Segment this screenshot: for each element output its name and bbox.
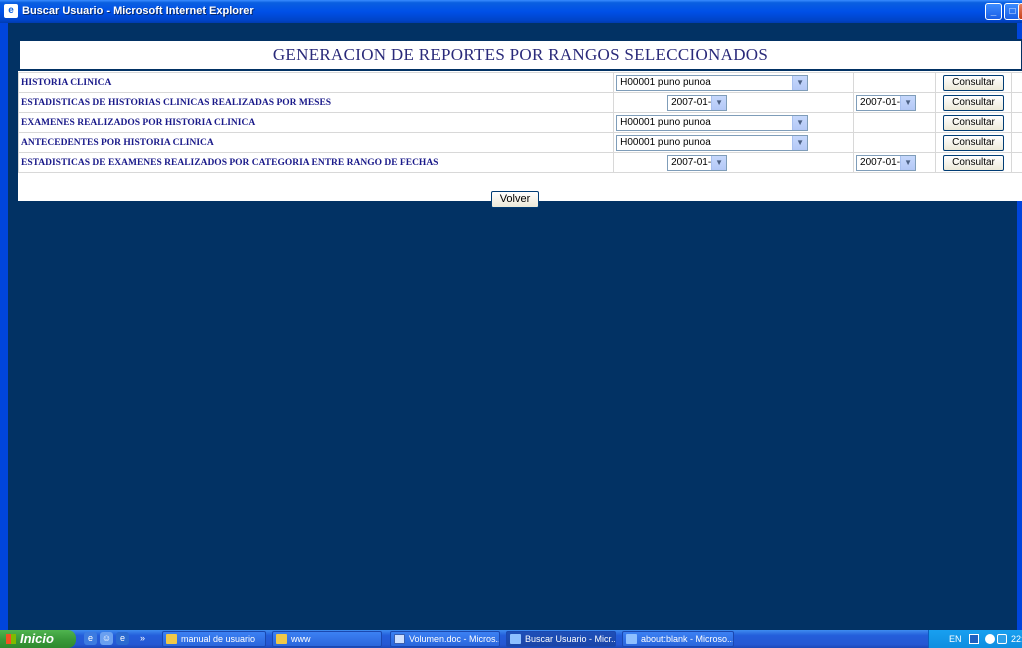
table-cell: Consultar xyxy=(935,72,1012,93)
examenes-select[interactable]: H00001 puno punoa ▼ xyxy=(616,114,809,131)
volver-button[interactable]: Volver xyxy=(491,191,539,208)
table-cell xyxy=(1010,132,1022,153)
system-tray: EN 22: xyxy=(928,630,1022,648)
taskbar-item[interactable]: www xyxy=(272,631,382,647)
table-cell xyxy=(853,72,937,93)
chevron-down-icon[interactable]: ▼ xyxy=(792,135,808,150)
ie-quicklaunch-icon[interactable]: e xyxy=(84,632,97,645)
table-cell: Consultar xyxy=(935,152,1012,173)
chevron-down-icon[interactable]: ▼ xyxy=(900,95,916,110)
minimize-button[interactable]: _ xyxy=(985,3,1002,20)
date-to-select[interactable]: 2007-01-15 ▼ xyxy=(856,94,917,111)
ie-icon: e xyxy=(4,4,18,18)
date-from-select[interactable]: 2007-01-16 ▼ xyxy=(667,154,728,171)
select-value: H00001 puno punoa xyxy=(620,76,711,88)
report-panel: GENERACION DE REPORTES POR RANGOS SELECC… xyxy=(17,39,1022,201)
taskbar: Inicio e ☺ e » manual de usuario www Vol… xyxy=(0,630,1022,648)
start-button[interactable]: Inicio xyxy=(0,630,76,648)
table-cell: 2007-01-15 ▼ xyxy=(853,92,937,113)
table-cell: H00001 puno punoa ▼ xyxy=(613,72,855,93)
browser-window: e Buscar Usuario - Microsoft Internet Ex… xyxy=(0,0,1022,630)
table-cell: 2007-01-16 ▼ xyxy=(853,152,937,173)
table-row: ANTECEDENTES POR HISTORIA CLINICA H00001… xyxy=(17,132,1022,153)
page-title: GENERACION DE REPORTES POR RANGOS SELECC… xyxy=(272,45,769,64)
language-indicator[interactable]: EN xyxy=(949,630,962,648)
tray-app-icon[interactable] xyxy=(997,634,1007,644)
taskbar-item[interactable]: Volumen.doc - Micros... xyxy=(390,631,500,647)
row-label: EXAMENES REALIZADOS POR HISTORIA CLINICA xyxy=(17,112,615,133)
consultar-button[interactable]: Consultar xyxy=(943,94,1004,111)
table-cell xyxy=(853,112,937,133)
select-value: H00001 puno punoa xyxy=(620,136,711,148)
table-cell: Consultar xyxy=(935,112,1012,133)
task-label: www xyxy=(291,634,311,644)
page-content: GENERACION DE REPORTES POR RANGOS SELECC… xyxy=(8,23,1022,630)
task-label: manual de usuario xyxy=(181,634,256,644)
consultar-button[interactable]: Consultar xyxy=(943,74,1004,91)
reports-table: HISTORIA CLINICA H00001 puno punoa ▼ Con… xyxy=(17,72,1022,173)
word-icon xyxy=(394,634,405,644)
consultar-button[interactable]: Consultar xyxy=(943,114,1004,131)
table-cell: Consultar xyxy=(935,92,1012,113)
table-cell: 2007-01-16 ▼ xyxy=(613,152,855,173)
task-label: about:blank - Microso... xyxy=(641,634,734,644)
close-button[interactable] xyxy=(1018,3,1022,20)
antecedentes-select[interactable]: H00001 puno punoa ▼ xyxy=(616,134,809,151)
title-bar[interactable]: e Buscar Usuario - Microsoft Internet Ex… xyxy=(0,0,1022,23)
ie-alt-quicklaunch-icon[interactable]: e xyxy=(116,632,129,645)
ie-icon xyxy=(626,634,637,644)
windows-logo-icon xyxy=(6,634,16,644)
table-row: EXAMENES REALIZADOS POR HISTORIA CLINICA… xyxy=(17,112,1022,133)
messenger-quicklaunch-icon[interactable]: ☺ xyxy=(100,632,113,645)
table-cell: H00001 puno punoa ▼ xyxy=(613,132,855,153)
window-border-left xyxy=(0,23,8,630)
consultar-button[interactable]: Consultar xyxy=(943,134,1004,151)
table-cell: 2007-01-15 ▼ xyxy=(613,92,855,113)
folder-icon xyxy=(166,634,177,644)
table-row: HISTORIA CLINICA H00001 puno punoa ▼ Con… xyxy=(17,72,1022,93)
chevron-down-icon[interactable]: ▼ xyxy=(792,75,808,90)
chevron-right-icon[interactable]: » xyxy=(136,632,149,645)
table-cell: H00001 puno punoa ▼ xyxy=(613,112,855,133)
taskbar-item[interactable]: about:blank - Microso... xyxy=(622,631,734,647)
row-label: ESTADISTICAS DE EXAMENES REALIZADOS POR … xyxy=(17,152,615,173)
help-icon[interactable] xyxy=(969,634,979,644)
date-from-select[interactable]: 2007-01-15 ▼ xyxy=(667,94,728,111)
date-to-select[interactable]: 2007-01-16 ▼ xyxy=(856,154,917,171)
table-row: ESTADISTICAS DE HISTORIAS CLINICAS REALI… xyxy=(17,92,1022,113)
row-label: ESTADISTICAS DE HISTORIAS CLINICAS REALI… xyxy=(17,92,615,113)
row-label: ANTECEDENTES POR HISTORIA CLINICA xyxy=(17,132,615,153)
taskbar-item[interactable]: Buscar Usuario - Micr... xyxy=(506,631,616,647)
table-cell xyxy=(1010,112,1022,133)
taskbar-item[interactable]: manual de usuario xyxy=(162,631,266,647)
task-label: Buscar Usuario - Micr... xyxy=(525,634,616,644)
page-header: GENERACION DE REPORTES POR RANGOS SELECC… xyxy=(18,39,1022,71)
table-row: ESTADISTICAS DE EXAMENES REALIZADOS POR … xyxy=(17,152,1022,173)
chevron-down-icon[interactable]: ▼ xyxy=(900,155,916,170)
network-icon[interactable] xyxy=(985,634,995,644)
start-label: Inicio xyxy=(20,631,54,646)
table-cell xyxy=(853,132,937,153)
ie-icon xyxy=(510,634,521,644)
consultar-button[interactable]: Consultar xyxy=(943,154,1004,171)
chevron-down-icon[interactable]: ▼ xyxy=(711,155,727,170)
select-value: H00001 puno punoa xyxy=(620,116,711,128)
clock: 22: xyxy=(1011,634,1022,644)
folder-icon xyxy=(276,634,287,644)
task-label: Volumen.doc - Micros... xyxy=(409,634,500,644)
table-cell xyxy=(1010,72,1022,93)
historia-select[interactable]: H00001 puno punoa ▼ xyxy=(616,74,809,91)
row-label: HISTORIA CLINICA xyxy=(17,72,615,93)
window-title: Buscar Usuario - Microsoft Internet Expl… xyxy=(22,5,254,17)
table-cell: Consultar xyxy=(935,132,1012,153)
chevron-down-icon[interactable]: ▼ xyxy=(711,95,727,110)
chevron-down-icon[interactable]: ▼ xyxy=(792,115,808,130)
table-cell xyxy=(1010,92,1022,113)
table-cell xyxy=(1010,152,1022,173)
